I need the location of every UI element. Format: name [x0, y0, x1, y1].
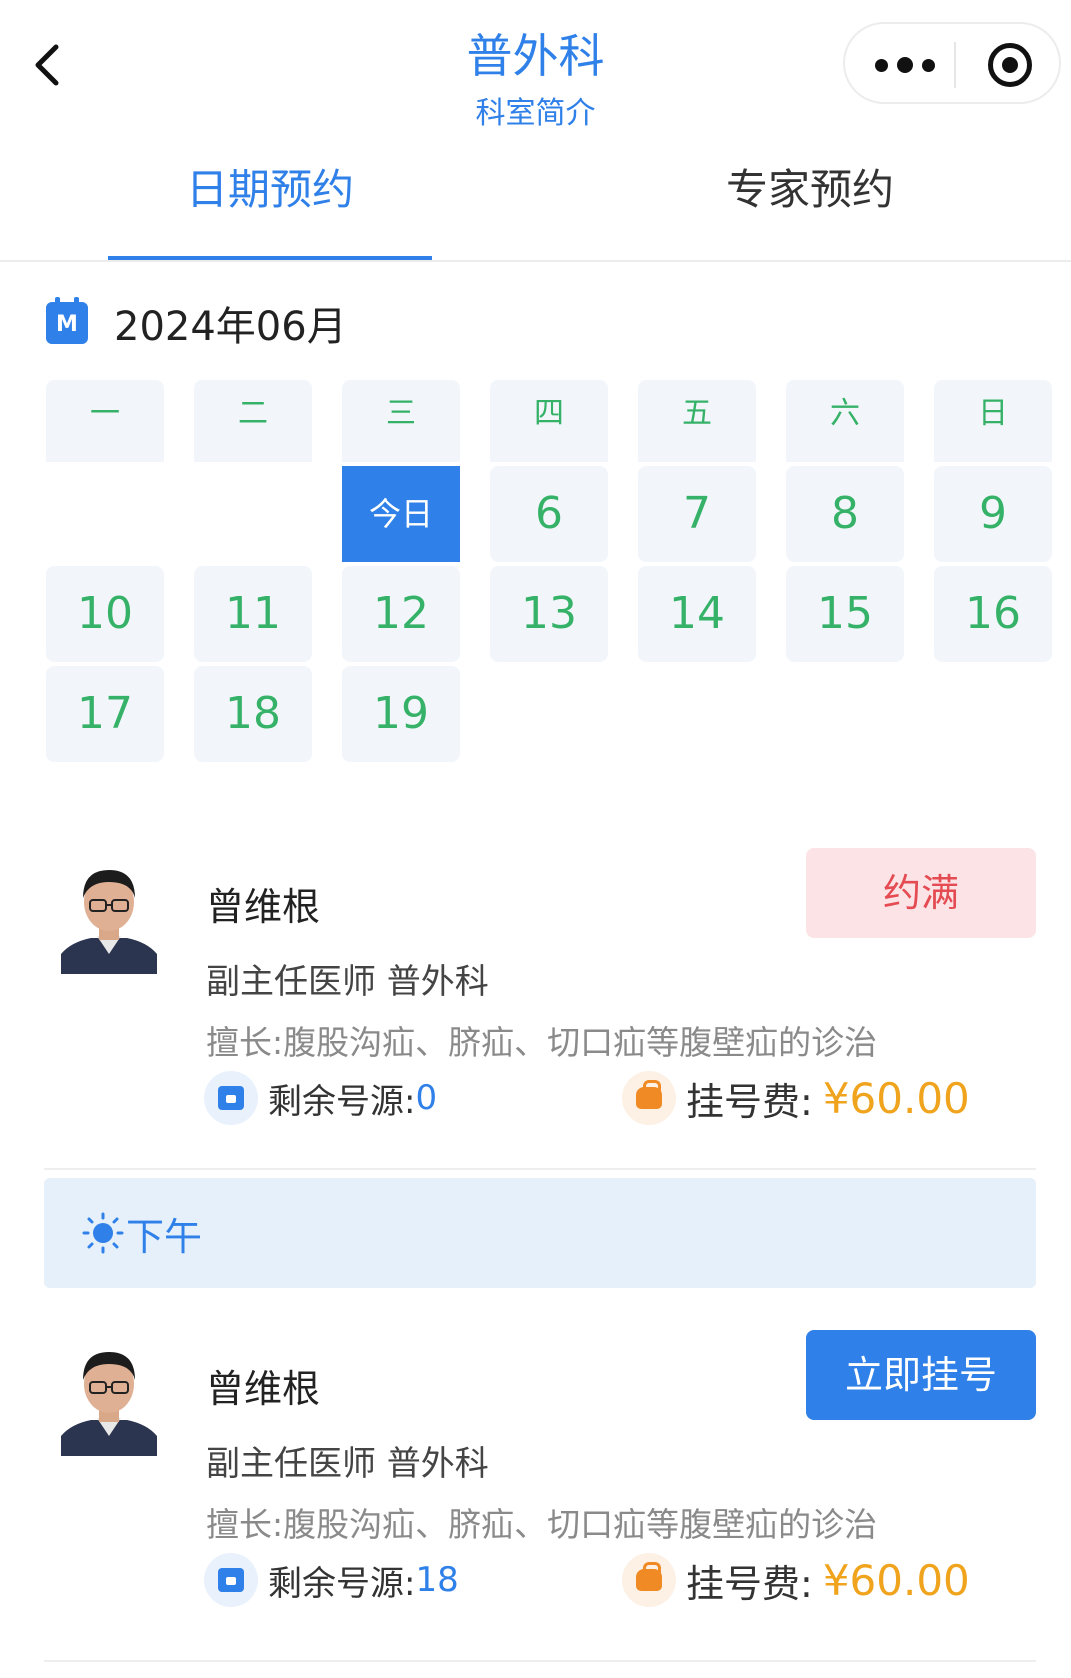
doctor-name: 曾维根	[206, 1367, 321, 1411]
book-now-button[interactable]: 立即挂号	[806, 1330, 1036, 1420]
date-cell[interactable]: 15	[786, 566, 904, 662]
more-dot-icon	[875, 58, 888, 72]
calendar-icon	[204, 1071, 258, 1125]
tab-expert-appointment[interactable]: 专家预约	[648, 160, 972, 220]
date-cell[interactable]: 18	[194, 666, 312, 762]
remaining-label: 剩余号源:	[268, 1563, 416, 1604]
money-bag-icon	[622, 1071, 676, 1125]
remaining-count: 0	[415, 1078, 438, 1118]
doctor-avatar	[61, 858, 157, 974]
weekday-label: 三	[342, 380, 460, 464]
fully-booked-button[interactable]: 约满	[806, 848, 1036, 938]
weekday-label: 一	[46, 380, 164, 464]
date-cell[interactable]: 11	[194, 566, 312, 662]
date-calendar: 一二三四五六日今日 6 7 8 9 10 11 12 13 14 15 16 17 18 19	[46, 380, 1052, 762]
doctor-card[interactable]: 曾维根 副主任医师 普外科 擅长:腹股沟疝、脐疝、切口疝等腹壁疝的诊治 剩余号源…	[46, 1330, 1036, 1630]
date-cell[interactable]: 16	[934, 566, 1052, 662]
close-miniprogram-icon[interactable]	[988, 43, 1032, 87]
remaining-slots: 剩余号源: 0	[204, 1070, 437, 1126]
weekday-label: 六	[786, 380, 904, 464]
calendar-icon	[204, 1553, 258, 1607]
date-cell[interactable]: 19	[342, 666, 460, 762]
weekday-label: 二	[194, 380, 312, 464]
divider	[44, 1660, 1036, 1662]
afternoon-label: 下午	[126, 1215, 203, 1259]
weekday-label: 四	[490, 380, 608, 464]
doctor-name: 曾维根	[206, 885, 321, 929]
remaining-count: 18	[415, 1560, 459, 1600]
more-dot-icon	[897, 57, 913, 73]
registration-fee: 挂号费: ¥60.00	[622, 1070, 970, 1126]
fee-label: 挂号费:	[686, 1079, 813, 1124]
month-label: 2024年06月	[114, 304, 347, 350]
active-tab-indicator	[108, 256, 432, 260]
capsule-divider	[954, 42, 956, 88]
weekday-label: 五	[638, 380, 756, 464]
date-cell[interactable]: 7	[638, 466, 756, 562]
remaining-label: 剩余号源:	[268, 1081, 416, 1122]
date-cell[interactable]: 17	[46, 666, 164, 762]
divider	[44, 1168, 1036, 1170]
fee-amount: ¥60.00	[822, 1073, 970, 1123]
afternoon-section-header: 下午	[44, 1178, 1036, 1288]
month-header: M 2024年06月	[46, 290, 347, 356]
date-cell[interactable]: 6	[490, 466, 608, 562]
date-cell[interactable]: 9	[934, 466, 1052, 562]
money-bag-icon	[622, 1553, 676, 1607]
doctor-specialty: 擅长:腹股沟疝、脐疝、切口疝等腹壁疝的诊治	[206, 1023, 878, 1062]
weekday-label: 日	[934, 380, 1052, 464]
doctor-avatar	[61, 1340, 157, 1456]
calendar-icon: M	[46, 297, 88, 344]
date-cell[interactable]: 8	[786, 466, 904, 562]
date-cell[interactable]: 14	[638, 566, 756, 662]
doctor-title: 副主任医师 普外科	[206, 962, 489, 1002]
doctor-specialty: 擅长:腹股沟疝、脐疝、切口疝等腹壁疝的诊治	[206, 1505, 878, 1544]
miniprogram-capsule	[843, 22, 1061, 104]
sun-icon	[82, 1212, 124, 1254]
fee-label: 挂号费:	[686, 1561, 813, 1606]
date-cell[interactable]: 13	[490, 566, 608, 662]
nav-header: 普外科 科室简介	[0, 0, 1071, 140]
more-dot-icon	[922, 58, 935, 72]
more-button[interactable]	[875, 48, 935, 82]
appointment-tabs: 日期预约 专家预约	[0, 140, 1071, 262]
doctor-title: 副主任医师 普外科	[206, 1444, 489, 1484]
fee-amount: ¥60.00	[822, 1555, 970, 1605]
registration-fee: 挂号费: ¥60.00	[622, 1552, 970, 1608]
doctor-card[interactable]: 曾维根 副主任医师 普外科 擅长:腹股沟疝、脐疝、切口疝等腹壁疝的诊治 剩余号源…	[46, 848, 1036, 1148]
date-cell[interactable]: 10	[46, 566, 164, 662]
tab-date-appointment[interactable]: 日期预约	[108, 160, 432, 220]
date-cell[interactable]: 12	[342, 566, 460, 662]
date-today[interactable]: 今日	[342, 466, 460, 562]
remaining-slots: 剩余号源: 18	[204, 1552, 459, 1608]
